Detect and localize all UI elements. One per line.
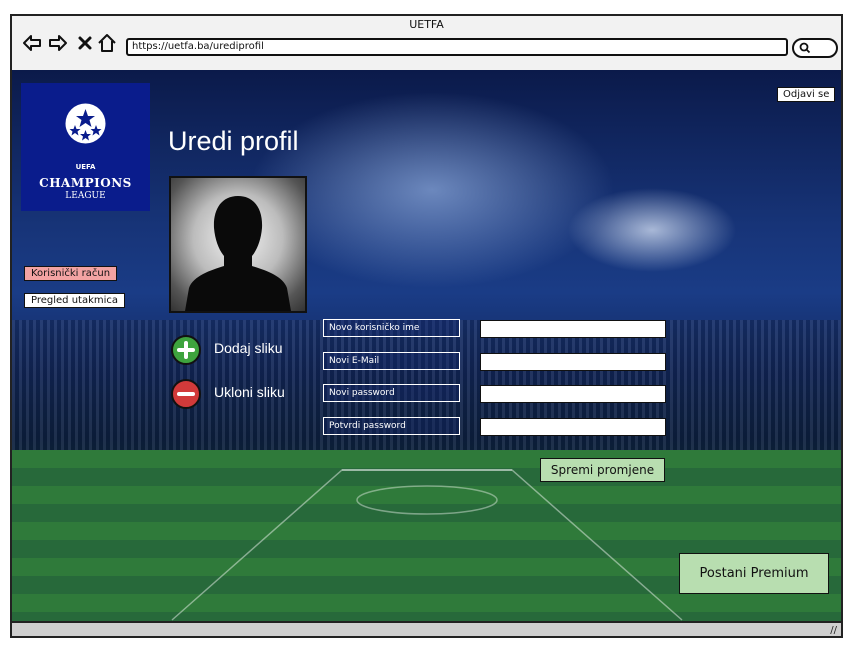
logo-uefa-text: UEFA — [75, 163, 96, 171]
username-input[interactable] — [480, 320, 666, 338]
forward-arrow-icon[interactable] — [48, 33, 68, 53]
page-content: UEFA CHAMPIONS LEAGUE Odjavi se Uredi pr… — [12, 70, 841, 627]
email-label: Novi E-Mail — [323, 352, 460, 370]
browser-toolbar: UETFA https://uetfa.ba/urediprofil — [12, 16, 841, 72]
plus-icon — [177, 341, 195, 359]
page-title: Uredi profil — [168, 126, 299, 156]
sidebar-item-korisnicki-racun[interactable]: Korisnički račun — [24, 266, 118, 281]
password-input[interactable] — [480, 385, 666, 403]
email-input[interactable] — [480, 353, 666, 371]
resize-grip-icon[interactable]: // — [830, 625, 837, 636]
remove-photo-label[interactable]: Ukloni sliku — [214, 384, 285, 400]
minus-icon — [177, 392, 195, 396]
search-icon — [799, 42, 811, 54]
window-title: UETFA — [409, 18, 444, 31]
search-button[interactable] — [792, 38, 838, 58]
logo-text-champions: CHAMPIONS — [39, 176, 132, 190]
username-label: Novo korisničko ime — [323, 319, 460, 337]
confirm-password-label: Potvrdi password — [323, 417, 460, 435]
avatar — [169, 176, 307, 313]
logout-button[interactable]: Odjavi se — [777, 87, 836, 102]
sidebar-item-pregled-utakmica[interactable]: Pregled utakmica — [24, 293, 126, 308]
save-changes-button[interactable]: Spremi promjene — [540, 458, 665, 482]
add-photo-label[interactable]: Dodaj sliku — [214, 340, 282, 356]
user-silhouette-icon — [185, 196, 291, 311]
password-label: Novi password — [323, 384, 460, 402]
champions-league-logo: UEFA CHAMPIONS LEAGUE — [21, 83, 150, 211]
confirm-password-input[interactable] — [480, 418, 666, 436]
home-icon[interactable] — [97, 33, 117, 53]
pitch-lines — [171, 469, 683, 621]
remove-photo-button[interactable] — [171, 379, 201, 409]
address-bar[interactable]: https://uetfa.ba/urediprofil — [126, 38, 788, 56]
browser-window: UETFA https://uetfa.ba/urediprofil UEFA … — [10, 14, 843, 638]
logo-text-league: LEAGUE — [65, 191, 106, 201]
close-icon[interactable] — [75, 33, 95, 53]
starball-icon — [65, 103, 106, 144]
back-arrow-icon[interactable] — [22, 33, 42, 53]
add-photo-button[interactable] — [171, 335, 201, 365]
become-premium-button[interactable]: Postani Premium — [679, 553, 829, 594]
status-bar: // — [12, 621, 841, 636]
